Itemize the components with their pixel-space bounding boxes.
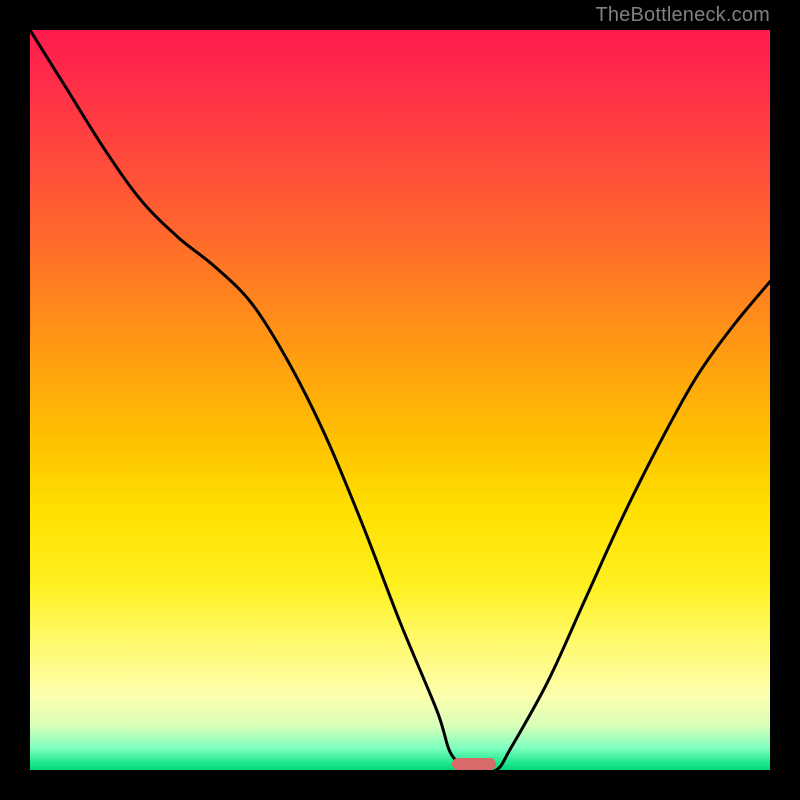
watermark-text: TheBottleneck.com	[595, 4, 770, 27]
optimal-range-marker	[452, 758, 496, 770]
bottleneck-curve	[30, 30, 770, 770]
chart-svg	[30, 30, 770, 770]
chart-plot-area	[30, 30, 770, 770]
chart-frame: TheBottleneck.com	[0, 0, 800, 800]
